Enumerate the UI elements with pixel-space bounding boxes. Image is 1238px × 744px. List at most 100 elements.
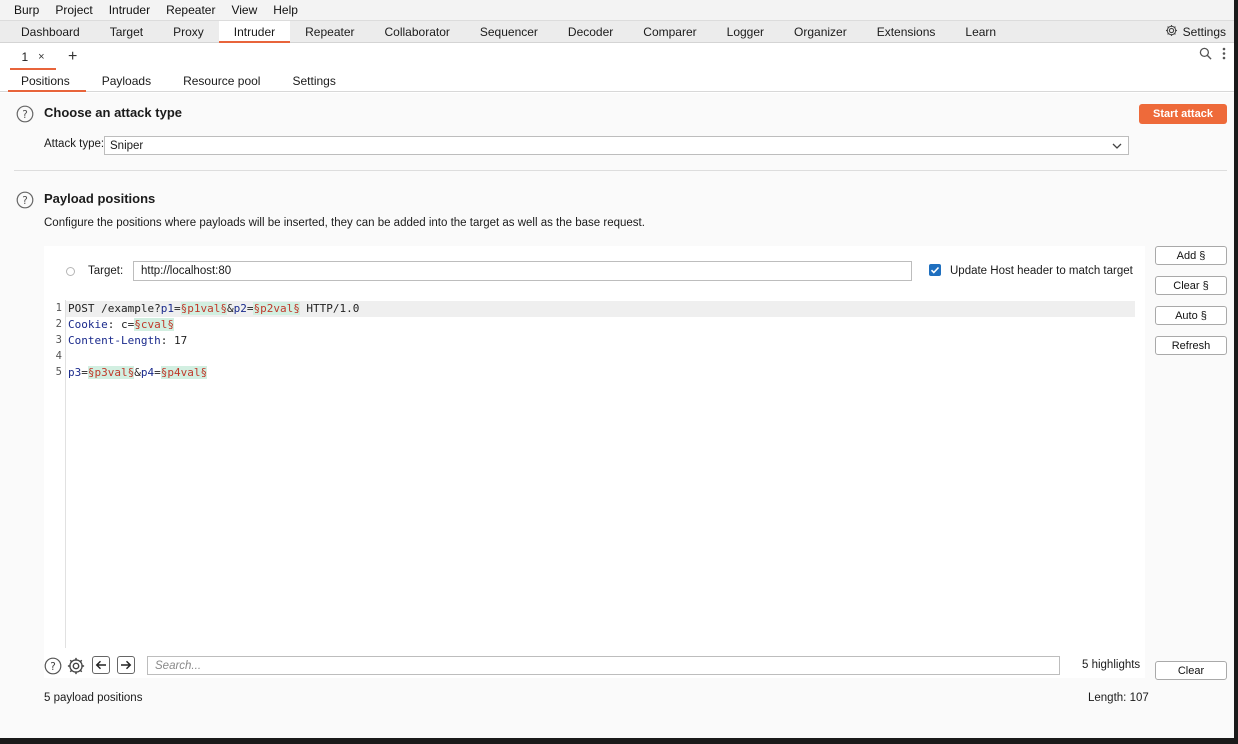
request-line[interactable]: Cookie: c=§cval§ [68,317,174,333]
payload-marker: §cval§ [134,318,174,331]
target-indicator-icon [66,267,75,276]
request-line[interactable]: Content-Length: 17 [68,333,187,349]
request-token: = [81,366,88,379]
line-number: 2 [55,318,62,330]
tab-dashboard[interactable]: Dashboard [0,21,95,42]
request-token: & [226,302,234,315]
payload-marker: §p2val§ [253,302,300,315]
intruder-sub-tabs: Positions Payloads Resource pool Settings [0,71,1234,92]
help-icon[interactable]: ? [44,657,62,675]
tab-extensions[interactable]: Extensions [862,21,951,42]
settings-button[interactable]: Settings [1165,21,1226,43]
target-row: Target: http://localhost:80 Update Host … [44,246,1145,296]
request-token: : 17 [160,334,188,347]
menu-item-help[interactable]: Help [265,3,306,17]
request-token: = [154,366,161,379]
tab-decoder[interactable]: Decoder [553,21,628,42]
editor-toolbar: ? Search... 5 highlights [44,650,1145,678]
request-tab-label: 1 [21,50,29,64]
line-number: 3 [55,334,62,346]
clear-payload-markers-button[interactable]: Clear § [1155,276,1227,295]
tab-comparer[interactable]: Comparer [628,21,711,42]
attack-type-title: Choose an attack type [44,105,182,120]
attack-type-select[interactable]: Sniper [104,136,1129,155]
subtab-payloads[interactable]: Payloads [86,71,167,91]
request-length: Length: 107 [1088,692,1149,704]
request-token: : c= [107,318,135,331]
line-number: 5 [55,366,62,378]
update-host-checkbox[interactable] [929,264,941,276]
tab-sequencer[interactable]: Sequencer [465,21,553,42]
tab-repeater[interactable]: Repeater [290,21,369,42]
start-attack-button[interactable]: Start attack [1139,104,1227,124]
search-icon[interactable] [1199,47,1212,63]
subtab-positions[interactable]: Positions [0,71,86,92]
gear-icon[interactable] [67,657,85,675]
tab-collaborator[interactable]: Collaborator [370,21,465,42]
close-icon[interactable]: × [38,51,44,63]
update-host-label: Update Host header to match target [950,265,1133,277]
menu-item-project[interactable]: Project [47,3,100,17]
gear-icon [1165,24,1178,40]
next-match-button[interactable] [117,656,135,674]
tool-tabs: Dashboard Target Proxy Intruder Repeater Coll… [0,21,1234,43]
add-tab-icon[interactable]: + [68,48,77,66]
request-line[interactable]: p3=§p3val§&p4=§p4val§ [68,365,208,381]
request-editor: Target: http://localhost:80 Update Host … [44,246,1145,678]
more-options-icon[interactable] [1222,47,1226,63]
svg-text:?: ? [22,195,28,207]
request-token: HTTP/1.0 [299,302,360,315]
search-input[interactable]: Search... [147,656,1060,675]
tab-logger[interactable]: Logger [712,21,779,42]
request-line[interactable]: POST /example?p1=§p1val§&p2=§p2val§ HTTP… [68,301,359,317]
burp-window: Burp Project Intruder Repeater View Help Dash… [0,0,1234,738]
tab-organizer[interactable]: Organizer [779,21,862,42]
refresh-button[interactable]: Refresh [1155,336,1227,355]
menu-bar: Burp Project Intruder Repeater View Help [0,0,1234,21]
line-number: 1 [55,302,62,314]
request-tab-1[interactable]: 1 × [10,46,56,70]
settings-label: Settings [1182,25,1226,39]
request-token: & [134,366,141,379]
target-value: http://localhost:80 [141,265,232,277]
request-token: p3 [68,366,82,379]
attack-type-label: Attack type: [44,138,105,150]
request-token: Cookie [68,318,108,331]
section-divider [14,170,1227,171]
menu-item-view[interactable]: View [223,3,265,17]
target-label: Target: [88,265,124,277]
tab-target[interactable]: Target [95,21,158,42]
arrow-left-icon [95,660,106,670]
payload-positions-description: Configure the positions where payloads w… [44,217,645,229]
help-icon[interactable]: ? [16,105,34,123]
clear-button[interactable]: Clear [1155,661,1227,680]
menu-item-repeater[interactable]: Repeater [158,3,223,17]
request-token: p1 [160,302,174,315]
payload-positions-title: Payload positions [44,191,156,206]
target-input[interactable]: http://localhost:80 [133,261,912,281]
subtab-settings[interactable]: Settings [276,71,351,91]
request-token: = [173,302,181,315]
add-payload-marker-button[interactable]: Add § [1155,246,1227,265]
attack-type-value: Sniper [110,139,144,152]
payload-marker: §p1val§ [180,302,227,315]
arrow-right-icon [121,660,132,670]
tab-proxy[interactable]: Proxy [158,21,219,42]
request-token: Content-Length [68,334,161,347]
payload-marker: §p3val§ [87,366,135,379]
menu-item-intruder[interactable]: Intruder [101,3,158,17]
chevron-down-icon [1111,140,1123,155]
svg-text:?: ? [22,109,28,121]
request-token: p4 [140,366,155,379]
menu-item-burp[interactable]: Burp [6,3,47,17]
auto-payload-markers-button[interactable]: Auto § [1155,306,1227,325]
payload-marker: §p4val§ [160,366,208,379]
tab-intruder[interactable]: Intruder [218,21,291,43]
request-tab-bar: 1 × + [0,43,1234,71]
tab-learn[interactable]: Learn [950,21,1011,42]
search-placeholder: Search... [155,659,202,672]
previous-match-button[interactable] [92,656,110,674]
subtab-resource-pool[interactable]: Resource pool [167,71,276,91]
help-icon[interactable]: ? [16,191,34,209]
svg-text:?: ? [50,661,56,673]
